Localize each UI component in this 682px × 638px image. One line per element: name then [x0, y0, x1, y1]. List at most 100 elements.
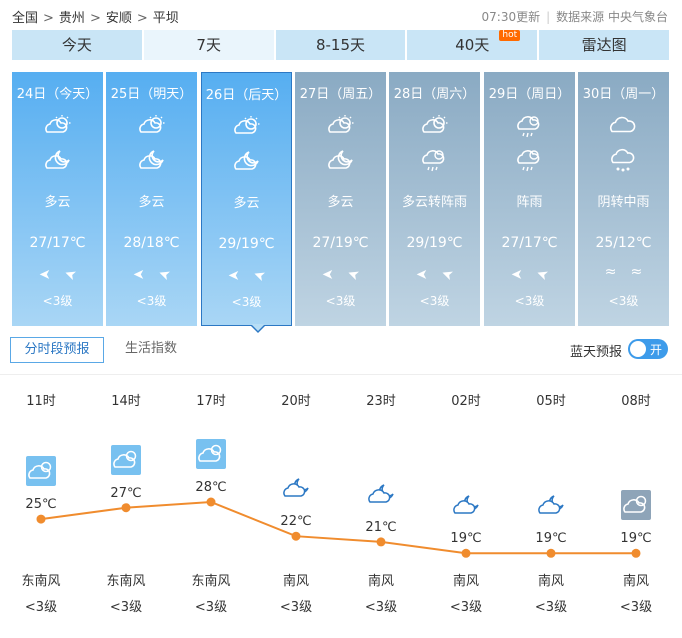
shower-icon — [484, 114, 575, 140]
tab-40-days[interactable]: 40天 hot — [407, 30, 538, 60]
day-wind-level: <3级 — [231, 295, 262, 309]
tab-label: 7天 — [196, 36, 221, 54]
day-wind-level: <3级 — [608, 294, 639, 308]
hot-badge: hot — [499, 30, 521, 41]
temperature-point — [631, 548, 641, 558]
hour-wind-level: <3级 — [194, 600, 228, 615]
day-card[interactable]: 27日（周五） 多云 27/19℃ ➤ ➤ <3级 — [295, 72, 386, 326]
wind-direction-icon: ➤ — [250, 265, 268, 285]
day-wind-level: <3级 — [42, 294, 73, 308]
day-partly-cloudy-icon — [111, 444, 141, 475]
tab-label: 8-15天 — [315, 36, 366, 54]
wind-direction-icons: ≈ ≈ — [578, 264, 669, 282]
toggle-knob — [630, 341, 646, 357]
blue-sky-label: 蓝天预报 — [569, 345, 622, 360]
partly-cloudy-icon — [106, 114, 197, 140]
update-info: 07:30更新 | 数据来源 中央气象台 — [481, 10, 668, 24]
hour-time: 02时 — [451, 394, 481, 409]
wind-direction-icons: ➤ ➤ — [12, 264, 103, 283]
hour-temperature: 25℃ — [25, 497, 57, 513]
night-partly-cloudy-icon — [281, 473, 311, 503]
partly-cloudy-night-icon — [202, 149, 291, 175]
breadcrumb: 全国 > 贵州 > 安顺 > 平坝 — [12, 7, 179, 26]
day-temperature: 28/18℃ — [123, 235, 180, 251]
day-card[interactable]: 25日（明天） 多云 28/18℃ ➤ ➤ <3级 — [106, 72, 197, 326]
tab-radar[interactable]: 雷达图 — [539, 30, 669, 60]
wind-direction-icon: ➤ — [438, 264, 456, 284]
hour-wind-direction: 东南风 — [106, 574, 146, 589]
hour-temperature: 19℃ — [535, 531, 567, 547]
breadcrumb-item-province[interactable]: 贵州 — [59, 7, 85, 26]
partly-cloudy-icon — [202, 115, 291, 141]
day-date: 28日（周六） — [393, 87, 476, 102]
hour-time: 23时 — [366, 394, 396, 409]
day-wind-level: <3级 — [514, 294, 545, 308]
hour-temperature: 19℃ — [450, 531, 482, 547]
breadcrumb-separator: > — [136, 11, 148, 26]
temperature-point — [206, 497, 216, 507]
hour-wind-direction: 南风 — [622, 574, 649, 589]
wind-direction-icon: ➤ — [321, 266, 334, 282]
tab-hourly-forecast[interactable]: 分时段预报 — [10, 337, 104, 363]
hour-temperature: 27℃ — [110, 485, 142, 501]
seven-day-forecast: 24日（今天） 多云 27/17℃ ➤ ➤ <3级 25日（明天） 多云 28/18℃ ➤ ➤ <3级… — [12, 72, 669, 333]
partly-cloudy-night-icon — [12, 148, 103, 174]
rain-icon — [578, 148, 669, 174]
day-date: 27日（周五） — [299, 87, 382, 102]
top-bar: 全国 > 贵州 > 安顺 > 平坝 07:30更新 | 数据来源 中央气象台 — [0, 0, 682, 30]
hour-wind-direction: 东南风 — [191, 574, 231, 589]
day-overcast-icon — [621, 490, 651, 521]
wind-direction-icon: ➤ — [415, 266, 428, 282]
temperature-point — [291, 531, 301, 541]
day-partly-cloudy-icon — [26, 456, 56, 487]
night-partly-cloudy-icon — [366, 479, 396, 509]
hourly-forecast: 11时 25℃ 东南风 <3级 14时 27℃ 东南风 <3级 17时 28℃ 东南风 <3级 20时 2… — [0, 378, 682, 638]
day-date: 26日（后天） — [205, 88, 288, 103]
day-date: 30日（周一） — [582, 87, 665, 102]
overcast-icon — [578, 114, 669, 140]
hour-wind-level: <3级 — [279, 600, 313, 615]
hour-time: 17时 — [196, 394, 226, 409]
day-temperature: 27/17℃ — [501, 235, 558, 251]
breadcrumb-separator: > — [89, 11, 101, 26]
wind-direction-icon: ➤ — [344, 264, 362, 284]
tab-label: 今天 — [61, 36, 92, 54]
wind-direction-icons: ➤ ➤ — [202, 265, 291, 285]
wind-direction-icons: ➤ ➤ — [106, 264, 197, 283]
day-condition: 多云 — [233, 196, 260, 211]
hour-wind-direction: 南风 — [282, 574, 309, 589]
day-condition: 多云 — [44, 195, 71, 210]
partly-cloudy-night-icon — [295, 148, 386, 174]
day-wind-level: <3级 — [136, 294, 167, 308]
update-time: 07:30更新 — [481, 10, 541, 24]
day-card[interactable]: 24日（今天） 多云 27/17℃ ➤ ➤ <3级 — [12, 72, 103, 326]
partly-cloudy-icon — [12, 114, 103, 140]
day-wind-level: <3级 — [325, 294, 356, 308]
tab-label: 40天 — [455, 36, 490, 54]
partly-cloudy-icon — [295, 114, 386, 140]
hour-wind-level: <3级 — [619, 600, 653, 615]
temperature-point — [376, 537, 386, 547]
tab-life-index[interactable]: 生活指数 — [125, 337, 177, 363]
wind-direction-icons: ➤ ➤ — [484, 264, 575, 283]
hour-temperature: 28℃ — [195, 480, 227, 495]
day-card[interactable]: 28日（周六） 多云转阵雨 29/19℃ ➤ ➤ <3级 — [389, 72, 480, 326]
day-temperature: 27/17℃ — [29, 235, 86, 251]
day-date: 29日（周日） — [488, 87, 571, 102]
tab-today[interactable]: 今天 — [12, 30, 142, 60]
day-card[interactable]: 29日（周日） 阵雨 27/17℃ ➤ ➤ <3级 — [484, 72, 575, 326]
day-card[interactable]: 26日（后天） 多云 29/19℃ ➤ ➤ <3级 — [201, 72, 292, 326]
hour-wind-level: <3级 — [534, 600, 568, 615]
day-card[interactable]: 30日（周一） 阴转中雨 25/12℃ ≈ ≈ <3级 — [578, 72, 669, 326]
breadcrumb-separator: > — [43, 11, 54, 26]
breadcrumb-item-country[interactable]: 全国 — [12, 7, 38, 26]
tab-7-days[interactable]: 7天 — [143, 30, 274, 60]
breadcrumb-item-city[interactable]: 安顺 — [106, 7, 132, 26]
day-temperature: 25/12℃ — [595, 235, 652, 251]
tab-8-15-days[interactable]: 8-15天 — [275, 30, 406, 60]
day-temperature: 29/19℃ — [406, 235, 463, 251]
blue-sky-toggle[interactable]: 开 — [628, 339, 668, 359]
hour-temperature: 21℃ — [365, 519, 397, 535]
data-source: 数据来源 中央气象台 — [556, 10, 668, 24]
hour-time: 11时 — [26, 394, 56, 409]
